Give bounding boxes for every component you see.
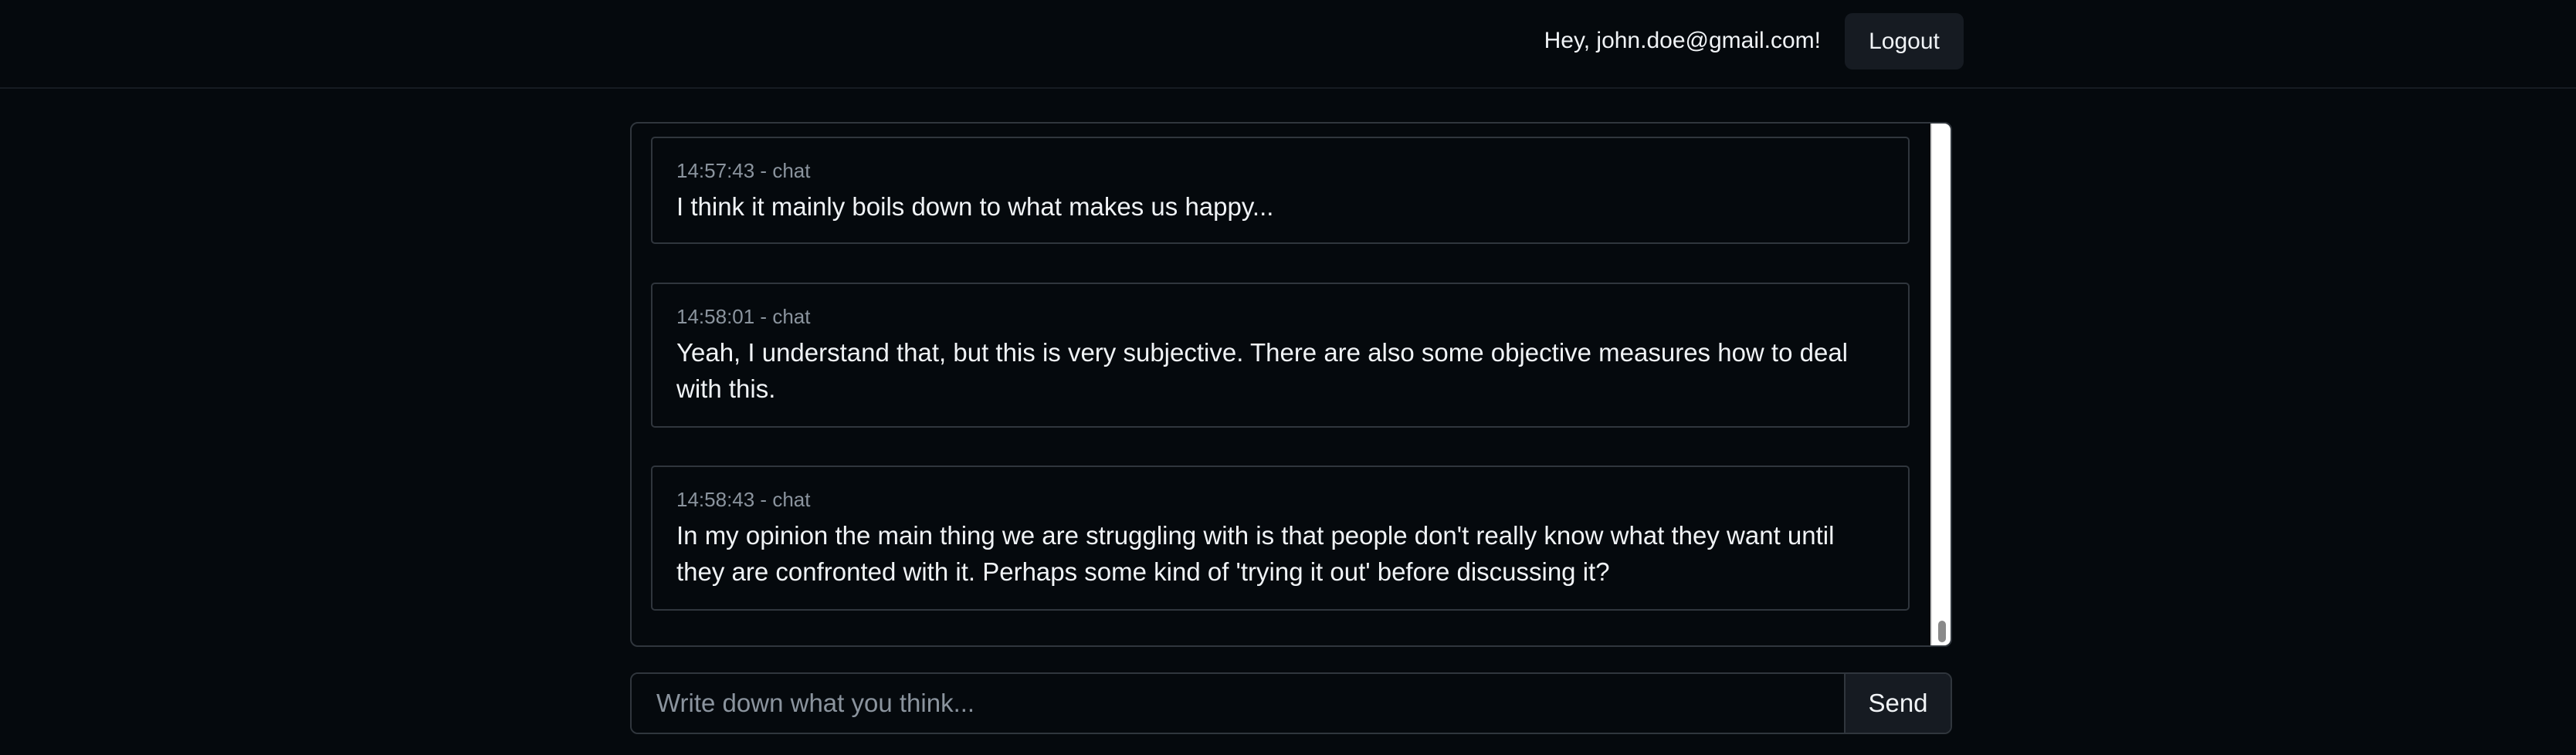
message-timestamp: 14:58:43 - chat [676,488,811,511]
message-text: I think it mainly boils down to what mak… [676,192,1274,221]
message-composer: Send [630,672,1952,734]
chat-history-panel[interactable]: 14:57:43 - chat I think it mainly boils … [630,122,1952,647]
message-list: 14:57:43 - chat I think it mainly boils … [632,124,1927,645]
message-timestamp: 14:57:43 - chat [676,159,811,182]
message-input[interactable] [632,674,1844,733]
top-navigation-bar: Hey, john.doe@gmail.com! Logout [0,0,2576,89]
message-timestamp: 14:58:01 - chat [676,305,811,328]
message-text: In my opinion the main thing we are stru… [676,521,1835,586]
user-greeting: Hey, john.doe@gmail.com! [1544,28,1821,53]
chat-message: 14:58:01 - chat Yeah, I understand that,… [651,283,1910,428]
message-text: Yeah, I understand that, but this is ver… [676,338,1849,403]
chat-message: 14:57:43 - chat I think it mainly boils … [651,137,1910,244]
chat-message: 14:58:43 - chat In my opinion the main t… [651,466,1910,611]
logout-button[interactable]: Logout [1845,13,1964,69]
chat-scrollbar[interactable] [1930,124,1951,645]
scrollbar-thumb[interactable] [1938,621,1946,642]
send-button[interactable]: Send [1844,674,1951,733]
